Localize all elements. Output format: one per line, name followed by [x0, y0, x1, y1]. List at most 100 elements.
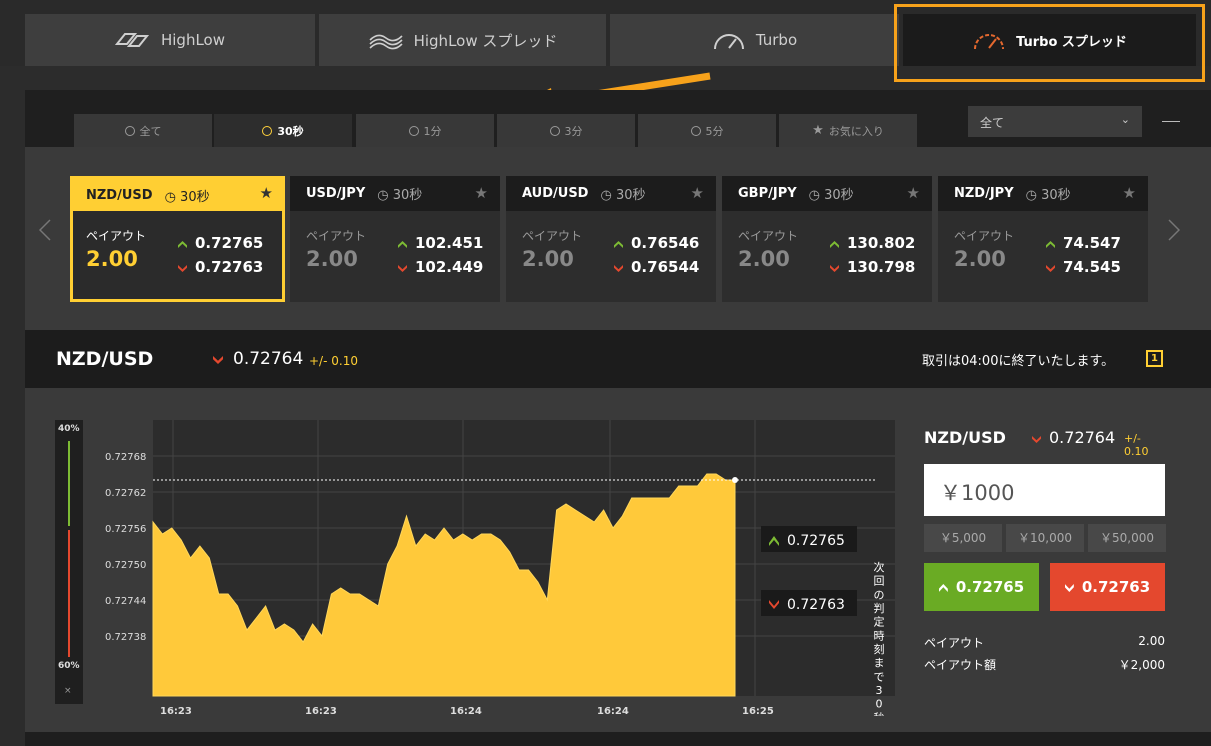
countdown-char: 判 [874, 602, 885, 615]
tab-favorites[interactable]: ★ お気に入り [779, 114, 917, 147]
asset-card-header: NZD/JPY ◷ 30秒 ★ [938, 176, 1148, 211]
chevron-left-icon[interactable] [39, 219, 51, 241]
countdown-char: 刻 [874, 642, 885, 656]
tab-30sec[interactable]: 30秒 [214, 114, 352, 147]
payout-row-label: ペイアウト [924, 636, 985, 650]
asset-filter-select[interactable]: 全て ⌄ [968, 106, 1142, 137]
arrow-down-icon [1064, 584, 1074, 592]
low-bar [68, 530, 70, 657]
expiry-icon[interactable]: 1 [1146, 350, 1163, 367]
clock-icon [549, 125, 560, 136]
asset-card[interactable]: NZD/JPY ◷ 30秒 ★ ペイアウト 2.00 74.547 74.545 [938, 176, 1148, 302]
tab-30sec-label: 30秒 [277, 124, 304, 138]
high-rate: 102.451 [398, 234, 483, 252]
countdown-char: ま [874, 657, 885, 670]
high-button[interactable]: 0.72765 [924, 563, 1039, 611]
investment-amount-input[interactable]: ￥1000 [924, 464, 1165, 516]
current-price-dot [732, 477, 738, 483]
asset-card-header: AUD/USD ◷ 30秒 ★ [506, 176, 716, 211]
product-tab-bar: HighLow HighLow スプレッド Turbo Turbo スプレッド [0, 0, 1211, 82]
turbo-gauge-icon [712, 29, 746, 51]
payout-label: ペイアウト [86, 229, 147, 243]
high-percentage: 40% [58, 424, 80, 434]
low-button-label: 0.72763 [1081, 578, 1151, 596]
asset-card[interactable]: USD/JPY ◷ 30秒 ★ ペイアウト 2.00 102.451 102.4… [290, 176, 500, 302]
preset-50000-button[interactable]: ￥50,000 [1088, 524, 1166, 552]
preset-10000-button[interactable]: ￥10,000 [1006, 524, 1084, 552]
y-tick-label: 0.72738 [105, 632, 146, 643]
x-tick-label: 16:24 [450, 706, 482, 716]
asset-card-header: GBP/JPY ◷ 30秒 ★ [722, 176, 932, 211]
tab-highlow-spread[interactable]: HighLow スプレッド [319, 14, 606, 66]
low-percentage: 60% [58, 661, 80, 671]
low-rate: 130.798 [830, 258, 915, 276]
low-label: 0.72763 [787, 597, 845, 613]
asset-duration-value: 30秒 [1041, 188, 1071, 203]
tab-highlow-spread-label: HighLow スプレッド [413, 31, 558, 50]
tab-highlow[interactable]: HighLow [25, 14, 315, 66]
star-icon[interactable]: ★ [907, 184, 920, 202]
tab-turbo[interactable]: Turbo [610, 14, 899, 66]
payout-amount-value: ￥2,000 [1118, 658, 1165, 672]
tab-5min[interactable]: 5分 [638, 114, 776, 147]
tab-turbo-label: Turbo [755, 31, 798, 49]
highlight-frame-turbo-spread [894, 4, 1205, 82]
star-icon[interactable]: ★ [475, 184, 488, 202]
high-rate: 74.547 [1046, 234, 1121, 252]
tab-highlow-label: HighLow [160, 31, 225, 49]
y-tick-label: 0.72744 [105, 596, 146, 607]
tab-all-label: 全て [139, 124, 162, 138]
payout-amount-row: ペイアウト額 ￥2,000 [924, 656, 1165, 673]
low-rate: 102.449 [398, 258, 483, 276]
low-rate: 0.72763 [178, 258, 263, 276]
clock-icon [690, 125, 701, 136]
star-icon[interactable]: ★ [1123, 184, 1136, 202]
trade-panel: NZD/USD 0.72764 +/- 0.10 ￥1000 ￥5,000 ￥1… [922, 420, 1167, 680]
payout-row-value: 2.00 [1138, 634, 1165, 648]
tab-favorites-label: お気に入り [828, 124, 884, 138]
payout-value: 2.00 [306, 247, 358, 271]
asset-duration: ◷ 30秒 [377, 188, 423, 203]
countdown-char: 回 [874, 575, 885, 588]
tab-3min[interactable]: 3分 [497, 114, 635, 147]
trading-panel: 全て 30秒 1分 3分 5分 ★ お気に入り 全て ⌄ NZD/USD ◷ 3… [25, 90, 1211, 746]
high-rate: 130.802 [830, 234, 915, 252]
asset-pair: AUD/USD [522, 186, 589, 201]
highlow-spread-icon [368, 30, 404, 50]
star-icon[interactable]: ★ [260, 184, 273, 202]
countdown-char: 次 [874, 560, 885, 574]
trade-rate: 0.72764 [1032, 428, 1115, 447]
payout-label: ペイアウト [306, 229, 367, 243]
asset-pair: NZD/JPY [954, 186, 1014, 201]
asset-card[interactable]: GBP/JPY ◷ 30秒 ★ ペイアウト 2.00 130.802 130.7… [722, 176, 932, 302]
payout-label: ペイアウト [738, 229, 799, 243]
x-tick-label: 16:24 [597, 706, 629, 716]
tab-1min[interactable]: 1分 [356, 114, 494, 147]
star-icon: ★ [812, 123, 824, 138]
high-rate: 0.72765 [178, 234, 263, 252]
y-tick-label: 0.72762 [105, 488, 146, 499]
chevron-right-icon[interactable] [1168, 219, 1180, 241]
preset-5000-button[interactable]: ￥5,000 [924, 524, 1002, 552]
highlow-icon [114, 30, 151, 50]
asset-card[interactable]: AUD/USD ◷ 30秒 ★ ペイアウト 2.00 0.76546 0.765… [506, 176, 716, 302]
close-icon[interactable]: × [64, 686, 72, 696]
asset-filter-value: 全て [980, 116, 1005, 130]
star-icon[interactable]: ★ [691, 184, 704, 202]
minimize-icon[interactable] [1162, 121, 1180, 122]
tab-all[interactable]: 全て [74, 114, 212, 147]
trade-pair: NZD/USD [924, 428, 1006, 447]
arrow-up-icon [938, 584, 948, 592]
asset-duration: ◷ 30秒 [600, 188, 646, 203]
low-rate: 74.545 [1046, 258, 1121, 276]
asset-pair: NZD/USD [86, 187, 153, 203]
x-tick-label: 16:23 [305, 706, 337, 716]
countdown-char: 秒 [874, 710, 885, 716]
payout-value: 2.00 [738, 247, 790, 271]
low-button[interactable]: 0.72763 [1050, 563, 1165, 611]
asset-card[interactable]: NZD/USD ◷ 30秒 ★ ペイアウト 2.00 0.72765 0.727… [70, 176, 285, 302]
asset-pair: GBP/JPY [738, 186, 797, 201]
payout-value: 2.00 [522, 247, 574, 271]
y-tick-label: 0.72768 [105, 452, 146, 463]
chevron-down-icon: ⌄ [1120, 113, 1130, 126]
